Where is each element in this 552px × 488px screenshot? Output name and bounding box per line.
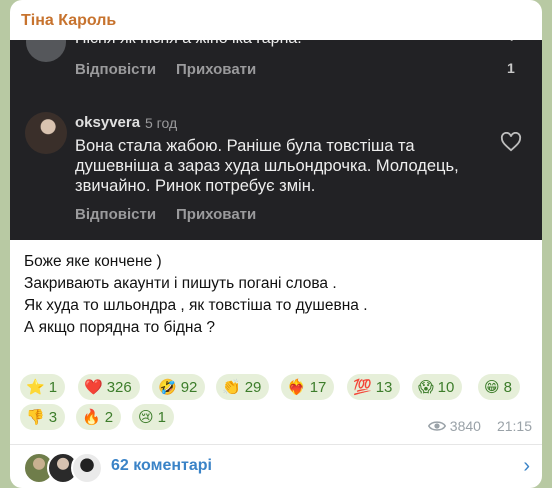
avatar <box>25 112 67 154</box>
reaction-count: 10 <box>437 378 455 396</box>
view-count: 3840 <box>449 418 481 434</box>
divider <box>10 444 542 445</box>
reaction-count: 13 <box>375 378 393 396</box>
chevron-icon: ⌄ <box>505 40 518 46</box>
post-line: Як худа то шльондра , як товстіша то душ… <box>24 297 368 314</box>
clap-icon: 👏 <box>222 379 241 396</box>
reaction-count: 1 <box>48 378 58 396</box>
like-count: 1 <box>507 60 515 76</box>
reaction-clap[interactable]: 👏 29 <box>216 374 270 400</box>
reaction-count: 1 <box>157 408 166 426</box>
reaction-grin[interactable]: 😁 8 <box>478 374 520 400</box>
reaction-count: 29 <box>244 378 262 396</box>
reaction-star[interactable]: ⭐ 1 <box>20 374 66 400</box>
reaction-count: 17 <box>309 378 327 396</box>
scream-icon: 😱 <box>418 379 434 396</box>
reaction-fire[interactable]: 🔥 2 <box>76 404 122 430</box>
rofl-icon: 🤣 <box>158 379 177 396</box>
reaction-cry[interactable]: 😢 1 <box>132 404 174 430</box>
reaction-count: 326 <box>106 378 132 396</box>
post-line: Боже яке кончене ) <box>24 253 162 270</box>
cry-icon: 😢 <box>138 409 154 426</box>
comment-screenshot[interactable]: Пісня як пісня а жіночка гарна. ⌄ Відпов… <box>10 40 542 240</box>
reaction-count: 8 <box>503 378 512 396</box>
reaction-heart-on-fire[interactable]: ❤️‍🔥 17 <box>281 374 335 400</box>
reaction-hundred[interactable]: 💯 13 <box>347 374 401 400</box>
heart-outline-icon <box>500 132 522 152</box>
post-line: Закривають акаунти і пишуть погані слова… <box>24 275 337 292</box>
reaction-count: 2 <box>104 408 114 426</box>
reaction-scream[interactable]: 😱 10 <box>412 374 463 400</box>
post-line: А якщо порядна то бідна ? <box>24 319 216 336</box>
eye-icon <box>427 421 446 431</box>
hide-link: Приховати <box>176 206 257 223</box>
reply-link: Відповісти <box>75 206 157 223</box>
post-text: Боже яке кончене ) Закривають акаунти і … <box>24 251 368 339</box>
reply-link: Відповісти <box>75 61 157 78</box>
reaction-count: 3 <box>48 408 58 426</box>
comment-time: 5 год <box>145 115 178 131</box>
heart-icon: ❤️ <box>84 379 103 396</box>
reaction-rofl[interactable]: 🤣 92 <box>152 374 206 400</box>
reaction-thumbs-down[interactable]: 👎 3 <box>20 404 66 430</box>
hide-link: Приховати <box>176 61 257 78</box>
comment-text: Пісня як пісня а жіночка гарна. <box>75 40 302 48</box>
avatar <box>26 40 66 62</box>
grin-icon: 😁 <box>484 379 500 396</box>
comments-link[interactable]: 62 коментарі <box>111 457 212 475</box>
fire-icon: 🔥 <box>82 409 101 426</box>
avatar <box>71 452 103 484</box>
channel-name[interactable]: Тіна Кароль <box>21 12 116 30</box>
reaction-count: 92 <box>180 378 198 396</box>
star-icon: ⭐ <box>26 379 45 396</box>
thumbs-down-icon: 👎 <box>26 409 45 426</box>
message-bubble: Тіна Кароль Пісня як пісня а жіночка гар… <box>10 0 542 488</box>
reaction-heart[interactable]: ❤️ 326 <box>78 374 140 400</box>
chevron-right-icon[interactable]: › <box>523 455 530 478</box>
comment-text: Вона стала жабою. Раніше була товстіша т… <box>75 137 459 195</box>
message-meta: 3840 21:15 <box>427 418 532 434</box>
heart-on-fire-icon: ❤️‍🔥 <box>287 379 306 396</box>
message-time: 21:15 <box>496 418 532 434</box>
comment-username: oksyvera <box>75 114 141 131</box>
hundred-icon: 💯 <box>353 379 372 396</box>
